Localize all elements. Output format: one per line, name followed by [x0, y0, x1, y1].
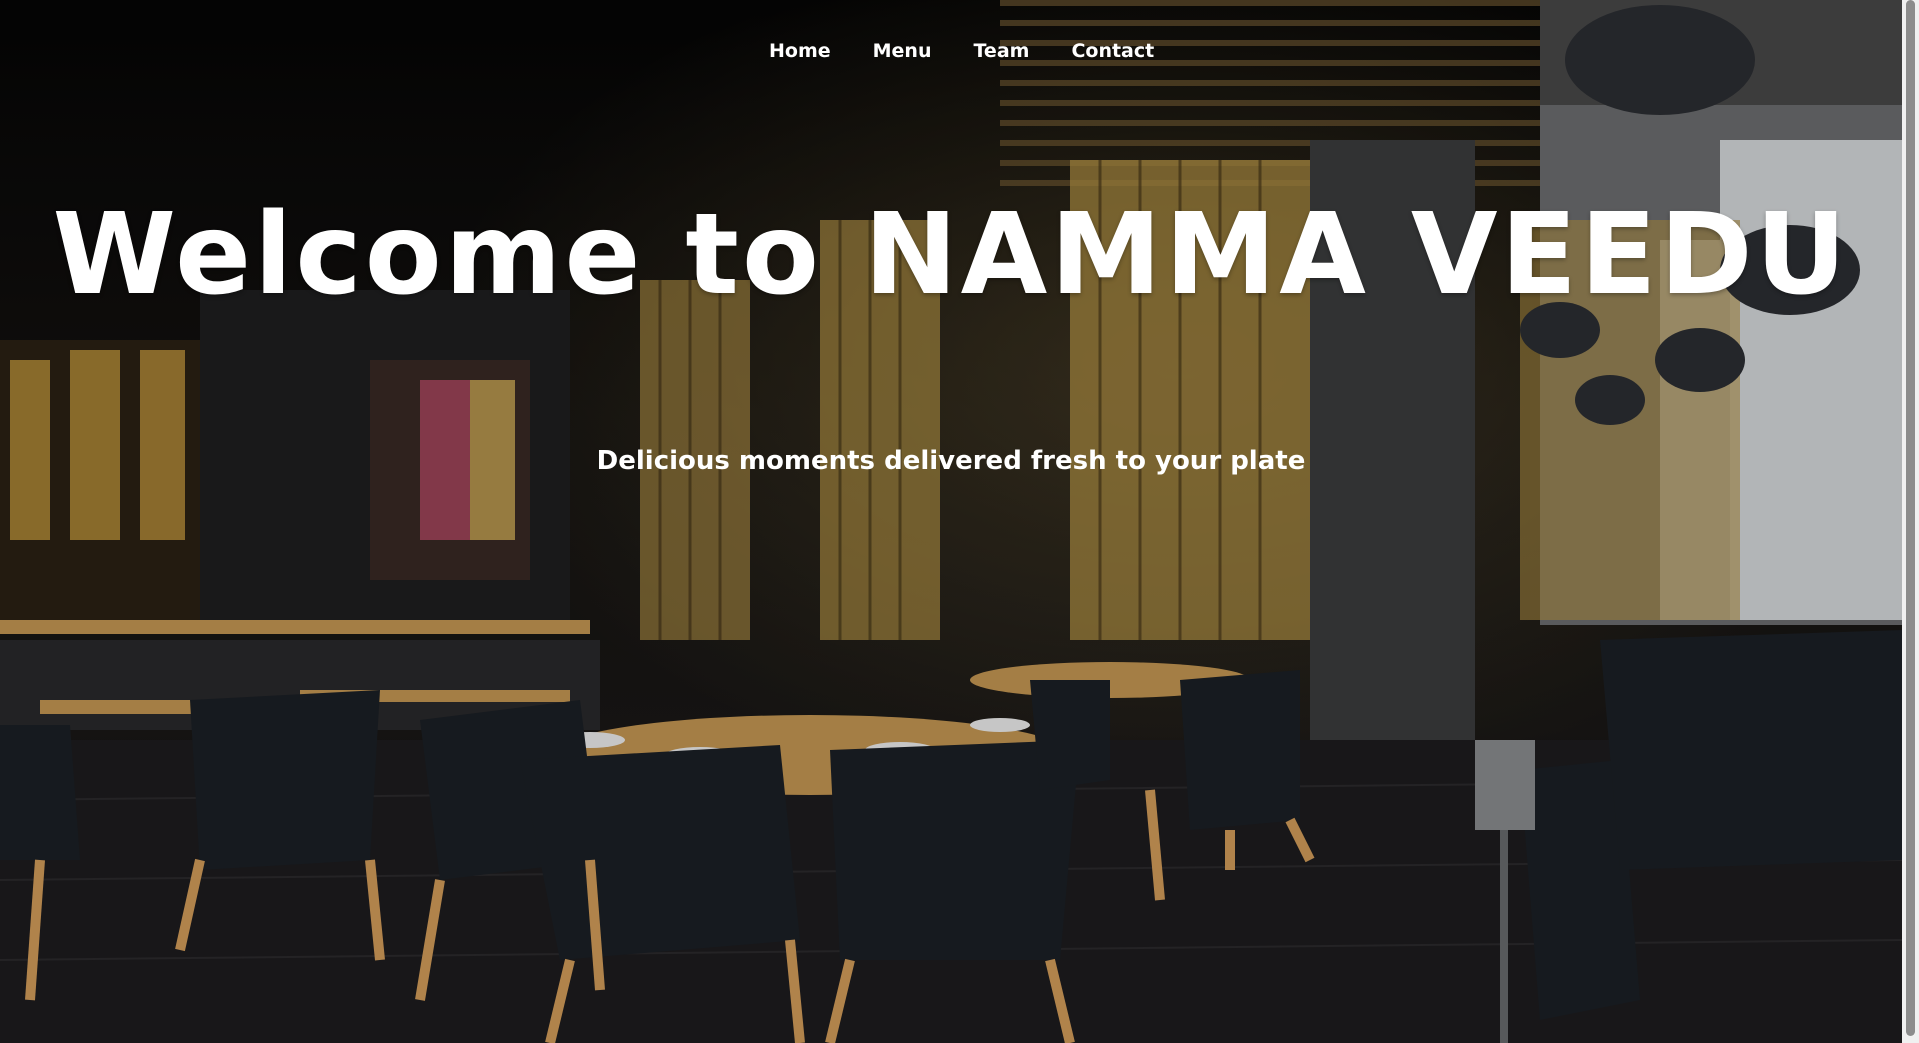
- hero-background-image: [0, 0, 1902, 1043]
- main-nav: Home Menu Team Contact: [769, 40, 1196, 62]
- restaurant-interior-illustration: [0, 0, 1902, 1043]
- nav-home-link[interactable]: Home: [769, 40, 831, 62]
- landing-page: Home Menu Team Contact Welcome to NAMMA …: [0, 0, 1919, 1043]
- nav-contact-link[interactable]: Contact: [1071, 40, 1154, 62]
- nav-menu-link[interactable]: Menu: [873, 40, 932, 62]
- scrollbar-thumb[interactable]: [1906, 0, 1915, 1036]
- vertical-scrollbar[interactable]: [1902, 0, 1919, 1043]
- hero-title: Welcome to NAMMA VEEDU: [52, 190, 1850, 320]
- hero-subtitle: Delicious moments delivered fresh to you…: [596, 446, 1306, 476]
- nav-team-link[interactable]: Team: [974, 40, 1030, 62]
